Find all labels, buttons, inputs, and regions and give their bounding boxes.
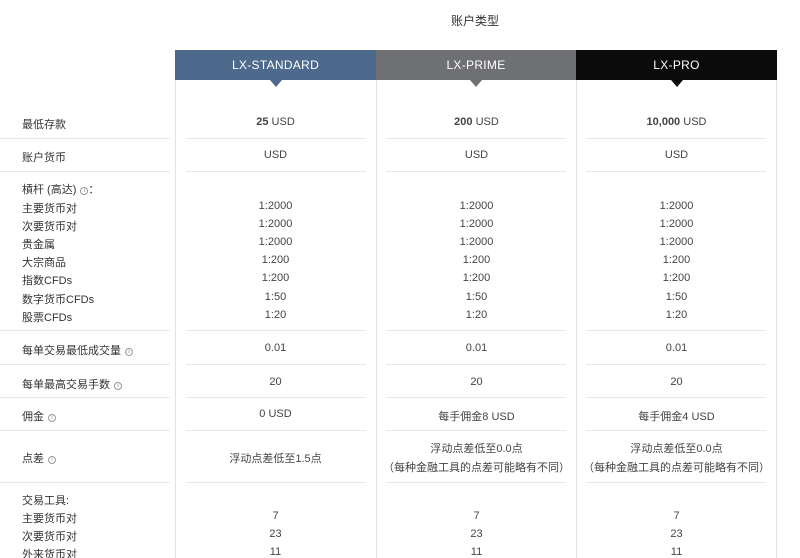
divider [386,482,566,483]
divider [0,171,170,172]
info-icon[interactable]: i [48,414,56,422]
divider [386,138,566,139]
divider [386,330,566,331]
info-icon[interactable]: i [48,456,56,464]
page-title: 账户类型 [450,14,499,28]
row-value: 200 USD [454,116,499,128]
plan-header-pro[interactable]: LX-PRO [576,50,777,87]
divider [586,138,766,139]
caret-down-icon [269,80,282,87]
divider [586,482,766,483]
divider [0,330,170,331]
divider [586,171,766,172]
info-icon[interactable]: i [125,348,133,356]
row-value: 25 USD [256,116,295,128]
plan-name: LX-STANDARD [231,58,320,72]
row-value: 10,000 USD [646,116,707,128]
divider [0,430,170,431]
divider [586,330,766,331]
divider [586,430,766,431]
divider [0,482,170,483]
row-label: 槓杆 (高达) i： [22,184,100,196]
row-value: USD [464,149,489,161]
divider [186,482,366,483]
divider [186,138,366,139]
divider [386,397,566,398]
row-label: 账户货币 [22,152,66,164]
divider [586,364,766,365]
divider [386,364,566,365]
divider [186,430,366,431]
plan-name: LX-PRO [653,58,700,72]
caret-down-icon [470,80,482,87]
row-value: USD [263,149,288,161]
divider [0,138,170,139]
divider [186,364,366,365]
divider [386,430,566,431]
divider [586,397,766,398]
divider [186,330,366,331]
info-icon[interactable]: i [114,382,122,390]
row-label: 每单交易最低成交量 i [22,342,133,358]
divider [0,397,170,398]
divider [0,364,170,365]
divider [186,397,366,398]
row-label: 点差 i [22,450,56,466]
row-value: USD [664,149,689,161]
divider [386,171,566,172]
row-label: 佣金 i [22,408,56,424]
row-label: 每单最高交易手数 i [22,376,122,392]
plan-header-prime[interactable]: LX-PRIME [376,50,576,87]
row-label: 最低存款 [22,119,66,131]
plan-header-standard[interactable]: LX-STANDARD [175,50,376,87]
plan-name: LX-PRIME [446,58,506,72]
row-label: 交易工具: [22,495,70,507]
divider [186,171,366,172]
caret-down-icon [670,80,683,87]
